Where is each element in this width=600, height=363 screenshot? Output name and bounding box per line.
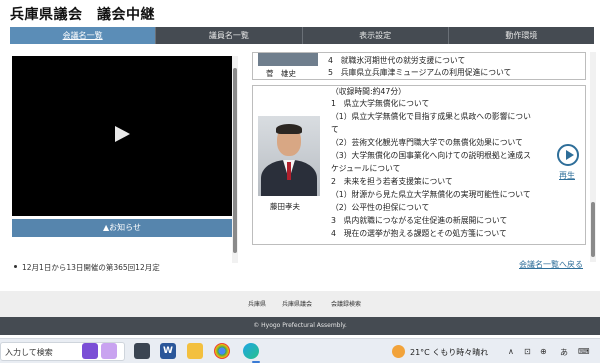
site-title: 兵庫県議会 議会中継 [10, 7, 155, 23]
notice-toggle[interactable]: ▲お知らせ [12, 219, 232, 237]
chrome-icon[interactable] [214, 343, 230, 359]
tab-bar: 会議名一覧 議員名一覧 表示設定 動作環境 [10, 27, 594, 44]
bullet-icon [14, 265, 17, 268]
duration-text: （収録時間:約47分） [331, 87, 406, 96]
site-header: 兵庫県議会 議会中継 [0, 0, 600, 27]
taskbar: 入力して検索 W 21°C くもり時々晴れ ∧ ⊡ ⊕ あ ⌨ [0, 338, 600, 363]
footer-copyright: © Hyogo Prefectural Assembly. [0, 317, 600, 335]
topic-item: 1 県立大学無償化について [331, 99, 430, 108]
volume-icon[interactable]: ⊕ [540, 347, 547, 356]
footer-link-hyogo[interactable]: 兵庫県 [248, 299, 266, 308]
back-to-meeting-list-link[interactable]: 会議名一覧へ戻る [519, 259, 583, 270]
edge-icon[interactable] [243, 343, 259, 359]
word-icon[interactable]: W [160, 343, 176, 359]
portrait-tie [287, 162, 291, 180]
topic-item: 4 現在の選挙が抱える課題とその処方箋について [331, 229, 507, 238]
topic-item: 4 就職氷河期世代の就労支援について [328, 56, 466, 65]
topic-item: （2）芸術文化観光専門職大学での無償化効果について [331, 138, 523, 147]
right-scrollbar[interactable] [590, 52, 596, 262]
speaker-name: 藤田孝夫 [270, 202, 300, 211]
play-icon[interactable] [115, 126, 130, 142]
footer-link-minutes-search[interactable]: 会議録検索 [331, 299, 361, 308]
tab-meeting-list[interactable]: 会議名一覧 [10, 27, 156, 44]
footer-link-assembly[interactable]: 兵庫県議会 [282, 299, 312, 308]
topic-item: 5 兵庫県立兵庫津ミュージアムの利用促進について [328, 68, 512, 77]
left-scrollbar-thumb[interactable] [233, 68, 237, 253]
portrait-hair [276, 124, 302, 134]
speaker-card: （収録時間:約47分） 藤田孝夫 1 県立大学無償化について （1）県立大学無償… [252, 85, 586, 245]
files-app-icon[interactable] [82, 343, 98, 359]
task-view-icon[interactable] [134, 343, 150, 359]
footer-links: 兵庫県 兵庫県議会 会議録検索 [0, 291, 600, 317]
right-scrollbar-thumb[interactable] [591, 202, 595, 257]
keyboard-icon[interactable]: ⌨ [578, 347, 590, 356]
play-link[interactable]: 再生 [559, 170, 575, 181]
taskbar-search-text: 入力して検索 [5, 348, 53, 357]
topic-item: 3 県内就職につながる定住促進の新展開について [331, 216, 508, 225]
page: 兵庫県議会 議会中継 会議名一覧 議員名一覧 表示設定 動作環境 ▲お知らせ 1… [0, 0, 600, 363]
speaker-card: 菅 雄史 4 就職氷河期世代の就労支援について 5 兵庫県立兵庫津ミュージアムの… [252, 52, 586, 80]
speaker-photo [258, 53, 318, 66]
file-explorer-icon[interactable] [187, 343, 203, 359]
topic-item: （2）公平性の担保について [331, 203, 430, 212]
weather-text[interactable]: 21°C くもり時々晴れ [410, 347, 488, 358]
topic-item: （1）県立大学無償化で目指す成果と県政への影響につい [331, 112, 531, 121]
left-scrollbar[interactable] [232, 56, 238, 263]
tab-environment[interactable]: 動作環境 [447, 27, 594, 44]
topic-item: ケジュールについて [331, 164, 401, 173]
topic-item: （1）財源から見た県立大学無償化の実現可能性について [331, 190, 531, 199]
notice-text: 12月1日から13日開催の第365回12月定 [22, 263, 160, 271]
topic-item: 2 未来を担う若者支援策について [331, 177, 453, 186]
tray-overflow-icon[interactable]: ∧ [508, 347, 514, 356]
speaker-photo [258, 116, 320, 196]
tab-member-list[interactable]: 議員名一覧 [155, 27, 301, 44]
topic-item: て [331, 125, 339, 134]
ime-mode-icon[interactable]: あ [560, 347, 568, 358]
play-button-icon[interactable] [557, 144, 579, 166]
weather-icon[interactable] [392, 345, 405, 358]
topic-item: （3）大学無償化の国事業化へ向けての説明根拠と達成ス [331, 151, 531, 160]
tab-display-settings[interactable]: 表示設定 [301, 27, 448, 44]
network-icon[interactable]: ⊡ [524, 347, 531, 356]
speaker-name: 菅 雄史 [266, 69, 296, 78]
widget-icon[interactable] [101, 343, 117, 359]
